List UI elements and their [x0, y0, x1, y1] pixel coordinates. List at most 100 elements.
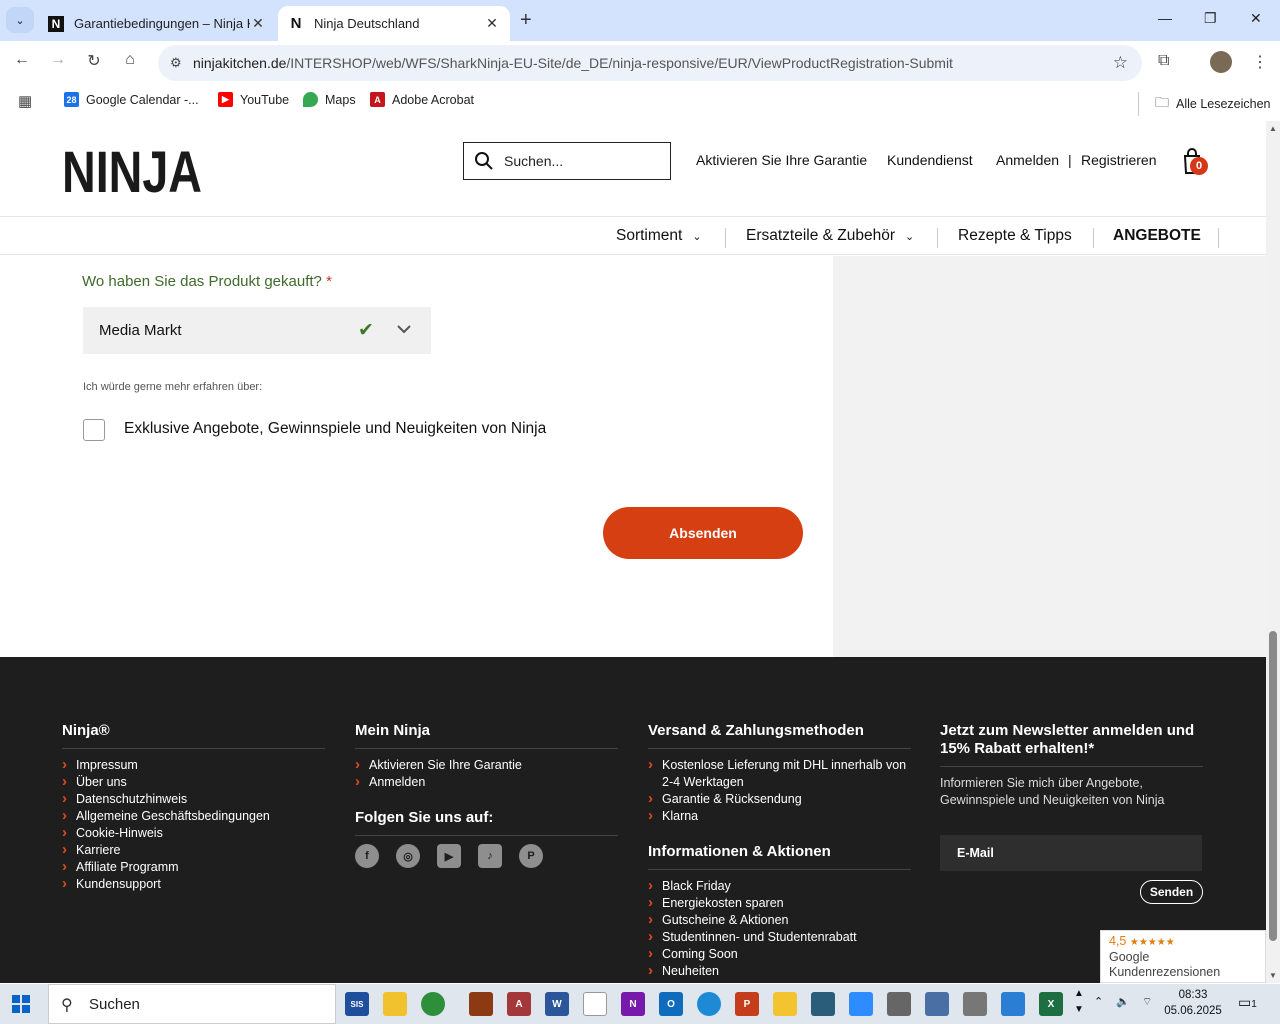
volume-icon[interactable]: 🔈 [1116, 995, 1130, 1008]
home-button[interactable]: ⌂ [118, 51, 142, 69]
edge-icon[interactable] [697, 992, 721, 1016]
restore-button[interactable]: ❐ [1204, 10, 1217, 27]
nav-angebote[interactable]: ANGEBOTE [1113, 227, 1201, 245]
excel-icon[interactable]: X [1039, 992, 1063, 1016]
taskbar-clock[interactable]: 08:33 05.06.2025 [1164, 987, 1222, 1019]
footer-link[interactable]: Datenschutzhinweis [62, 790, 325, 808]
email-input[interactable]: E-Mail [940, 835, 1202, 871]
tab-garantiebedingungen[interactable]: N Garantiebedingungen – Ninja K ✕ [38, 6, 276, 41]
remote-desktop-icon[interactable] [1001, 992, 1025, 1016]
footer-link[interactable]: Aktivieren Sie Ihre Garantie [355, 756, 618, 774]
register-link[interactable]: Registrieren [1081, 152, 1156, 168]
address-bar[interactable]: ⚙ ninjakitchen.de/INTERSHOP/web/WFS/Shar… [158, 45, 1142, 81]
newsletter-checkbox[interactable] [83, 419, 105, 441]
footer-link[interactable]: Kundensupport [62, 875, 325, 893]
footer-link[interactable]: Energiekosten sparen [648, 894, 911, 912]
sis-app-icon[interactable]: SIS [345, 992, 369, 1016]
forward-button[interactable]: → [46, 51, 70, 69]
footer-link[interactable]: Über uns [62, 773, 325, 791]
footer-link[interactable]: Affiliate Programm [62, 858, 325, 876]
pinterest-icon[interactable]: P [519, 844, 543, 868]
access-icon[interactable]: A [507, 992, 531, 1016]
footer-link[interactable]: Studentinnen- und Studentenrabatt [648, 928, 911, 946]
notifications-icon[interactable]: ▭1 [1238, 994, 1257, 1011]
maps-icon [303, 92, 318, 107]
scroll-down-icon[interactable]: ▼ [1269, 971, 1277, 980]
ninja-logo[interactable]: NINJA [62, 139, 207, 207]
app-icon[interactable] [925, 992, 949, 1016]
app-icon[interactable] [963, 992, 987, 1016]
close-icon[interactable]: ✕ [250, 15, 266, 32]
app-icon[interactable] [469, 992, 493, 1016]
reload-button[interactable]: ↻ [82, 51, 106, 71]
footer-link[interactable]: Gutscheine & Aktionen [648, 911, 911, 929]
minimize-button[interactable]: — [1158, 10, 1172, 26]
scroll-up-icon[interactable]: ▲ [1269, 124, 1277, 133]
site-info-icon[interactable]: ⚙ [170, 55, 182, 71]
window-close-button[interactable]: ✕ [1250, 10, 1262, 27]
apps-icon[interactable]: ▦ [18, 92, 32, 110]
footer-link[interactable]: Anmelden [355, 773, 618, 791]
store-select[interactable]: Media Markt ✔ [83, 307, 431, 354]
zoom-icon[interactable] [849, 992, 873, 1016]
new-tab-button[interactable]: + [520, 9, 532, 32]
outlook-icon[interactable]: O [659, 992, 683, 1016]
submit-button[interactable]: Absenden [603, 507, 803, 559]
footer-link[interactable]: Impressum [62, 756, 325, 774]
footer-link[interactable]: Allgemeine Geschäftsbedingungen [62, 807, 325, 825]
nav-sortiment[interactable]: Sortiment ⌄ [616, 227, 702, 245]
sticky-app-icon[interactable] [773, 992, 797, 1016]
footer-link[interactable]: Kostenlose Lieferung mit DHL innerhalb v… [648, 756, 911, 791]
footer-link[interactable]: Neuheiten [648, 962, 911, 980]
powerpoint-icon[interactable]: P [735, 992, 759, 1016]
newsletter-checkbox-label[interactable]: Exklusive Angebote, Gewinnspiele und Neu… [124, 420, 546, 438]
footer-link[interactable]: Cookie-Hinweis [62, 824, 325, 842]
nav-divider [725, 228, 726, 248]
activate-warranty-link[interactable]: Aktivieren Sie Ihre Garantie [696, 152, 867, 168]
search-input[interactable]: Suchen... [463, 142, 671, 180]
tab-ninja-deutschland[interactable]: N Ninja Deutschland ✕ [278, 6, 510, 41]
app-icon[interactable] [887, 992, 911, 1016]
chrome-icon[interactable] [421, 992, 445, 1016]
network-icon[interactable]: ⌔ [1142, 995, 1152, 1009]
back-button[interactable]: ← [10, 51, 34, 69]
footer-link[interactable]: Karriere [62, 841, 325, 859]
bookmark-adobe-acrobat[interactable]: A Adobe Acrobat [370, 92, 474, 107]
taskbar-search[interactable]: ⚲ Suchen [48, 984, 336, 1024]
scrollbar-thumb[interactable] [1269, 631, 1277, 941]
facebook-icon[interactable]: f [355, 844, 379, 868]
windows-start-icon[interactable] [12, 995, 30, 1013]
bookmark-google-calendar[interactable]: 28 Google Calendar -... [64, 92, 199, 107]
customer-service-link[interactable]: Kundendienst [887, 152, 973, 168]
footer-link[interactable]: Black Friday [648, 877, 911, 895]
profile-avatar[interactable] [1210, 51, 1232, 73]
login-link[interactable]: Anmelden [996, 152, 1059, 168]
menu-icon[interactable]: ⋮ [1252, 52, 1268, 72]
taskbar-scroll[interactable]: ▲ ▼ [1074, 986, 1084, 1018]
document-icon[interactable] [583, 992, 607, 1016]
google-reviews-badge[interactable]: 4,5 ★★★★★ Google Kundenrezensionen [1100, 930, 1266, 983]
all-bookmarks[interactable]: 🗀 Alle Lesezeichen [1138, 92, 1271, 116]
bookmark-youtube[interactable]: ▶ YouTube [218, 92, 289, 107]
bookmark-star-icon[interactable]: ☆ [1113, 53, 1128, 73]
extensions-icon[interactable]: ⧉ [1158, 52, 1169, 70]
footer-link[interactable]: Klarna [648, 807, 911, 825]
onenote-icon[interactable]: N [621, 992, 645, 1016]
file-explorer-icon[interactable] [383, 992, 407, 1016]
word-icon[interactable]: W [545, 992, 569, 1016]
bookmark-maps[interactable]: Maps [303, 92, 356, 107]
page-scrollbar[interactable]: ▲ ▼ [1266, 121, 1280, 983]
youtube-icon[interactable]: ▶ [437, 844, 461, 868]
newsletter-send-button[interactable]: Senden [1140, 880, 1203, 904]
footer-link[interactable]: Coming Soon [648, 945, 911, 963]
nav-ersatzteile[interactable]: Ersatzteile & Zubehör ⌄ [746, 227, 914, 245]
nav-rezepte[interactable]: Rezepte & Tipps [958, 227, 1072, 245]
app-icon[interactable] [811, 992, 835, 1016]
tiktok-icon[interactable]: ♪ [478, 844, 502, 868]
purchase-location-label: Wo haben Sie das Produkt gekauft? * [82, 273, 332, 290]
tab-search-button[interactable]: ⌄ [6, 7, 34, 33]
show-hidden-icons-icon[interactable]: ⌃ [1094, 995, 1103, 1008]
footer-link[interactable]: Garantie & Rücksendung [648, 790, 911, 808]
instagram-icon[interactable]: ◎ [396, 844, 420, 868]
close-icon[interactable]: ✕ [484, 15, 500, 32]
